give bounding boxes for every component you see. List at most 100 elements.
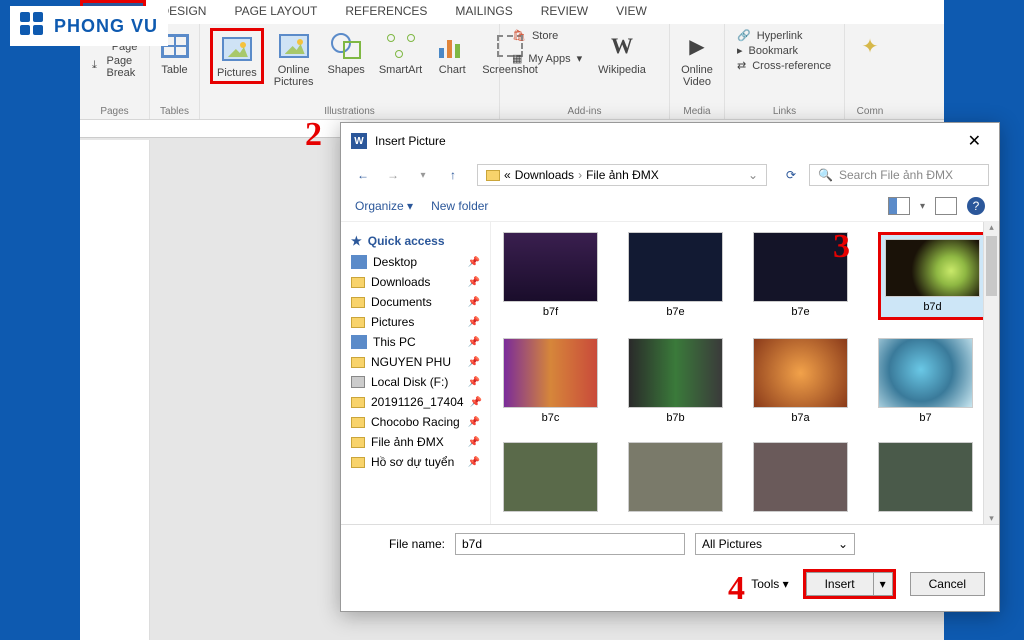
smartart-button[interactable]: SmartArt (375, 28, 426, 78)
group-label-tables: Tables (160, 106, 189, 117)
help-button[interactable]: ? (967, 197, 985, 215)
sidebar-item[interactable]: NGUYEN PHU📌 (345, 352, 486, 372)
word-app-icon: W (351, 133, 367, 149)
dialog-title: Insert Picture (375, 134, 446, 148)
tab-references[interactable]: REFERENCES (331, 0, 441, 24)
quick-access-header[interactable]: ★Quick access (345, 230, 486, 252)
ribbon-body: 📄Blank Page ⤓Page Break Pages Table Tabl… (80, 24, 944, 120)
wikipedia-button[interactable]: W Wikipedia (594, 28, 650, 78)
cancel-button[interactable]: Cancel (910, 572, 985, 596)
group-label-comments: Comn (855, 106, 885, 117)
search-icon: 🔍 (818, 168, 833, 182)
annotation-3: 3 (833, 228, 850, 266)
file-thumbnail[interactable]: b7c (503, 338, 598, 424)
refresh-button[interactable]: ⟳ (779, 163, 803, 187)
organize-button[interactable]: Organize ▾ (355, 199, 413, 213)
tab-review[interactable]: REVIEW (527, 0, 602, 24)
wikipedia-icon: W (606, 30, 638, 62)
pictures-icon (222, 37, 252, 61)
brand-logo: PHONG VU (10, 6, 168, 46)
sidebar-item[interactable]: 20191126_17404📌 (345, 392, 486, 412)
online-pictures-button[interactable]: Online Pictures (270, 28, 318, 90)
file-thumbnail[interactable] (753, 442, 848, 512)
tab-mailings[interactable]: MAILINGS (441, 0, 526, 24)
dialog-footer-row2: Tools ▾ Insert ▾ Cancel (341, 563, 999, 611)
sidebar-item[interactable]: Pictures📌 (345, 312, 486, 332)
shapes-button[interactable]: Shapes (324, 28, 369, 78)
annotation-4: 4 (728, 570, 745, 608)
tools-dropdown[interactable]: Tools ▾ (751, 577, 788, 591)
ribbon-tabs: NSERT DESIGN PAGE LAYOUT REFERENCES MAIL… (80, 0, 944, 24)
insert-dropdown-arrow[interactable]: ▾ (873, 572, 893, 596)
scroll-thumb[interactable] (986, 236, 997, 296)
dialog-toolbar: Organize ▾ New folder ▾ ? (341, 191, 999, 222)
sidebar-item[interactable]: Chocobo Racing📌 (345, 412, 486, 432)
smartart-icon (387, 34, 415, 58)
file-thumbnail[interactable]: b7d (878, 232, 983, 320)
crumb-current[interactable]: File ảnh ĐMX (586, 168, 659, 182)
file-thumbnail[interactable] (503, 442, 598, 512)
chart-button[interactable]: Chart (432, 28, 472, 78)
file-thumbnail[interactable]: b7 (878, 338, 973, 424)
group-label-addins: Add-ins (510, 106, 659, 117)
preview-pane-button[interactable] (935, 197, 957, 215)
file-thumbnail[interactable]: b7b (628, 338, 723, 424)
folder-icon (486, 170, 500, 181)
view-mode-button[interactable] (888, 197, 910, 215)
file-thumbnail[interactable] (878, 442, 973, 512)
dialog-titlebar: W Insert Picture ✕ (341, 123, 999, 159)
dialog-nav-bar: ← → ▾ ↑ « Downloads › File ảnh ĐMX ⌄ ⟳ 🔍… (341, 159, 999, 191)
nav-back-button[interactable]: ← (351, 163, 375, 187)
hyperlink-button[interactable]: 🔗Hyperlink (735, 28, 834, 43)
insert-picture-dialog: W Insert Picture ✕ ← → ▾ ↑ « Downloads ›… (340, 122, 1000, 612)
logo-text: PHONG VU (54, 16, 158, 37)
bookmark-button[interactable]: ▸Bookmark (735, 43, 834, 58)
group-label-pages: Pages (90, 106, 139, 117)
online-video-button[interactable]: ▶ Online Video (680, 28, 714, 90)
sidebar-item[interactable]: Downloads📌 (345, 272, 486, 292)
breadcrumb[interactable]: « Downloads › File ảnh ĐMX ⌄ (477, 164, 767, 186)
logo-mark (20, 12, 48, 40)
nav-dropdown[interactable]: ▾ (411, 163, 435, 187)
chart-icon (439, 34, 465, 58)
crossref-button[interactable]: ⇄Cross-reference (735, 58, 834, 73)
sidebar-item[interactable]: Documents📌 (345, 292, 486, 312)
word-application-window: NSERT DESIGN PAGE LAYOUT REFERENCES MAIL… (80, 0, 944, 640)
sidebar-nav: ★Quick access Desktop📌Downloads📌Document… (341, 222, 491, 524)
group-label-illustrations: Illustrations (210, 106, 489, 117)
tab-page-layout[interactable]: PAGE LAYOUT (220, 0, 331, 24)
store-button[interactable]: 🛍Store (510, 28, 584, 43)
close-button[interactable]: ✕ (960, 129, 989, 153)
online-pictures-icon (279, 34, 309, 58)
file-thumbnail[interactable]: b7e (628, 232, 723, 320)
nav-forward-button[interactable]: → (381, 163, 405, 187)
filename-input[interactable] (455, 533, 685, 555)
sidebar-item[interactable]: Hồ sơ dự tuyển📌 (345, 452, 486, 472)
tab-view[interactable]: VIEW (602, 0, 661, 24)
sidebar-item[interactable]: File ảnh ĐMX📌 (345, 432, 486, 452)
filename-label: File name: (355, 537, 445, 551)
page-break-button[interactable]: ⤓Page Break (90, 54, 139, 80)
group-label-links: Links (735, 106, 834, 117)
pictures-button[interactable]: Pictures (210, 28, 264, 84)
search-input[interactable]: 🔍 Search File ảnh ĐMX (809, 164, 989, 186)
file-thumbnail[interactable]: b7f (503, 232, 598, 320)
sidebar-item[interactable]: This PC📌 (345, 332, 486, 352)
file-grid: b7fb7eb7eb7d b7cb7bb7ab7 (491, 222, 983, 524)
sidebar-item[interactable]: Desktop📌 (345, 252, 486, 272)
crumb-downloads[interactable]: Downloads (515, 168, 574, 182)
file-thumbnail[interactable]: b7a (753, 338, 848, 424)
my-apps-button[interactable]: ▦My Apps ▾ (510, 51, 584, 66)
file-type-filter[interactable]: All Pictures⌄ (695, 533, 855, 555)
comments-button[interactable]: ✦ (855, 28, 885, 64)
video-icon: ▶ (681, 30, 713, 62)
scrollbar[interactable]: ▴ ▾ (983, 222, 999, 524)
annotation-2: 2 (305, 116, 322, 154)
file-thumbnail[interactable] (628, 442, 723, 512)
nav-up-button[interactable]: ↑ (441, 163, 465, 187)
sidebar-item[interactable]: Local Disk (F:)📌 (345, 372, 486, 392)
dialog-footer-row1: File name: All Pictures⌄ (341, 524, 999, 563)
new-folder-button[interactable]: New folder (431, 199, 488, 213)
page-margin (80, 140, 150, 640)
insert-button[interactable]: Insert ▾ (803, 569, 896, 599)
